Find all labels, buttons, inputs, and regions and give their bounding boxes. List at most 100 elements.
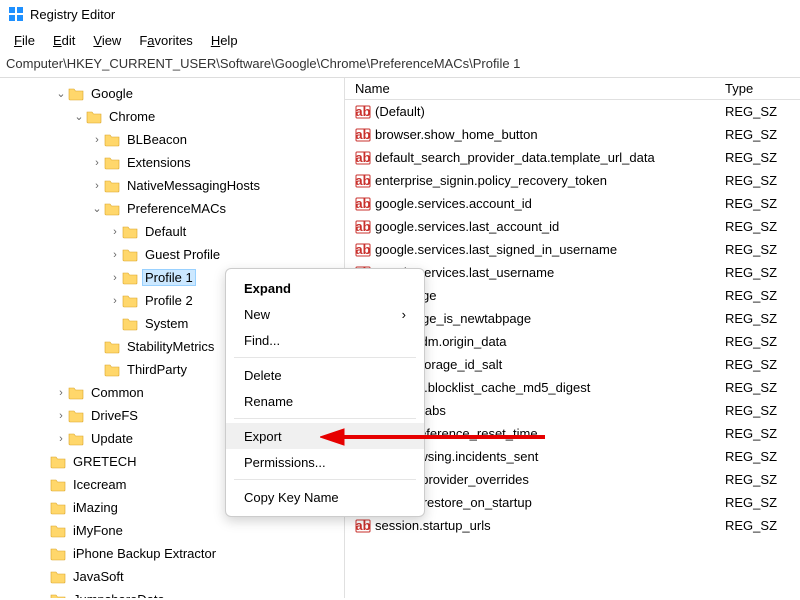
value-name: (Default) xyxy=(375,104,425,119)
folder-icon xyxy=(104,362,120,378)
menu-favorites[interactable]: Favorites xyxy=(131,31,200,50)
regsz-icon xyxy=(355,150,371,166)
chevron-right-icon[interactable]: › xyxy=(108,226,122,238)
tree-item[interactable]: ›NativeMessagingHosts xyxy=(0,174,344,197)
chevron-down-icon[interactable]: ⌄ xyxy=(90,202,104,215)
tree-item-label: iMyFone xyxy=(70,522,126,539)
ctx-delete[interactable]: Delete xyxy=(226,362,424,388)
folder-icon xyxy=(68,385,84,401)
chevron-right-icon[interactable]: › xyxy=(54,410,68,422)
tree-item[interactable]: › Extensions xyxy=(0,151,344,174)
value-type: REG_SZ xyxy=(725,403,800,418)
value-row[interactable]: browser.show_home_button REG_SZ xyxy=(345,123,800,146)
ctx-rename[interactable]: Rename xyxy=(226,388,424,414)
value-type: REG_SZ xyxy=(725,334,800,349)
submenu-arrow-icon: › xyxy=(402,307,406,322)
regsz-icon xyxy=(355,518,371,534)
value-name: enterprise_signin.policy_recovery_token xyxy=(375,173,607,188)
value-type: REG_SZ xyxy=(725,127,800,142)
tree-item[interactable]: ›JumpshareData xyxy=(0,588,344,598)
tree-item[interactable]: ⌄ Google xyxy=(0,82,344,105)
menu-view[interactable]: View xyxy=(85,31,129,50)
values-header: Name Type xyxy=(345,78,800,100)
chevron-right-icon[interactable]: › xyxy=(54,433,68,445)
value-row[interactable]: google.services.account_idREG_SZ xyxy=(345,192,800,215)
tree-item-label: JavaSoft xyxy=(70,568,127,585)
menu-edit[interactable]: Edit xyxy=(45,31,83,50)
value-name: google.services.last_account_id xyxy=(375,219,559,234)
value-row[interactable]: session.startup_urlsREG_SZ xyxy=(345,514,800,537)
chevron-down-icon[interactable]: ⌄ xyxy=(54,87,68,100)
value-row[interactable]: google.services.last_signed_in_usernameR… xyxy=(345,238,800,261)
value-name: google.services.last_signed_in_username xyxy=(375,242,617,257)
chevron-right-icon[interactable]: › xyxy=(90,134,104,146)
chevron-right-icon[interactable]: › xyxy=(90,180,104,192)
tree-item-label: Update xyxy=(88,430,136,447)
ctx-separator xyxy=(234,357,416,358)
value-type: REG_SZ xyxy=(725,104,800,119)
ctx-separator xyxy=(234,479,416,480)
column-type-header[interactable]: Type xyxy=(725,81,800,96)
value-type: REG_SZ xyxy=(725,472,800,487)
value-name: google.services.account_id xyxy=(375,196,532,211)
value-row[interactable]: google.services.last_account_idREG_SZ xyxy=(345,215,800,238)
folder-icon xyxy=(86,109,102,125)
menu-file[interactable]: File xyxy=(6,31,43,50)
folder-icon xyxy=(122,293,138,309)
tree-item[interactable]: ›iMyFone xyxy=(0,519,344,542)
window-title: Registry Editor xyxy=(30,7,115,22)
tree-item-label: StabilityMetrics xyxy=(124,338,217,355)
value-name: browser.show_home_button xyxy=(375,127,538,142)
tree-item[interactable]: ›iPhone Backup Extractor xyxy=(0,542,344,565)
regsz-icon xyxy=(355,127,371,143)
column-name-header[interactable]: Name xyxy=(345,81,725,96)
tree-item-label: Icecream xyxy=(70,476,129,493)
chevron-right-icon[interactable]: › xyxy=(108,249,122,261)
tree-item-label: Profile 2 xyxy=(142,292,196,309)
regsz-icon xyxy=(355,173,371,189)
chevron-right-icon[interactable]: › xyxy=(54,387,68,399)
app-icon xyxy=(8,6,24,22)
tree-item-label: iMazing xyxy=(70,499,121,516)
tree-item[interactable]: ›Default xyxy=(0,220,344,243)
tree-item-label: Extensions xyxy=(124,154,194,171)
value-row[interactable]: (Default) REG_SZ xyxy=(345,100,800,123)
tree-item-label: ThirdParty xyxy=(124,361,190,378)
ctx-new[interactable]: New› xyxy=(226,301,424,327)
value-type: REG_SZ xyxy=(725,311,800,326)
value-type: REG_SZ xyxy=(725,449,800,464)
ctx-export[interactable]: Export xyxy=(226,423,424,449)
tree-item-label: Google xyxy=(88,85,136,102)
ctx-copy-key-name[interactable]: Copy Key Name xyxy=(226,484,424,510)
value-row[interactable]: enterprise_signin.policy_recovery_tokenR… xyxy=(345,169,800,192)
value-type: REG_SZ xyxy=(725,288,800,303)
ctx-expand[interactable]: Expand xyxy=(226,275,424,301)
folder-icon xyxy=(68,408,84,424)
address-bar[interactable]: Computer\HKEY_CURRENT_USER\Software\Goog… xyxy=(0,52,800,78)
folder-icon xyxy=(104,155,120,171)
folder-icon xyxy=(122,270,138,286)
chevron-right-icon[interactable]: › xyxy=(108,272,122,284)
chevron-right-icon[interactable]: › xyxy=(90,157,104,169)
menu-bar: File Edit View Favorites Help xyxy=(0,28,800,52)
tree-item[interactable]: ⌄Chrome xyxy=(0,105,344,128)
tree-item[interactable]: ⌄ PreferenceMACs xyxy=(0,197,344,220)
tree-item[interactable]: ›JavaSoft xyxy=(0,565,344,588)
ctx-separator xyxy=(234,418,416,419)
tree-item-label: System xyxy=(142,315,191,332)
folder-icon xyxy=(104,178,120,194)
tree-item[interactable]: ›BLBeacon xyxy=(0,128,344,151)
ctx-permissions[interactable]: Permissions... xyxy=(226,449,424,475)
chevron-right-icon[interactable]: › xyxy=(108,295,122,307)
chevron-down-icon[interactable]: ⌄ xyxy=(72,110,86,123)
value-type: REG_SZ xyxy=(725,357,800,372)
tree-item-label: PreferenceMACs xyxy=(124,200,229,217)
regsz-icon xyxy=(355,242,371,258)
value-name: session.startup_urls xyxy=(375,518,491,533)
tree-item-label: iPhone Backup Extractor xyxy=(70,545,219,562)
ctx-find[interactable]: Find... xyxy=(226,327,424,353)
tree-item[interactable]: ›Guest Profile xyxy=(0,243,344,266)
regsz-icon xyxy=(355,104,371,120)
menu-help[interactable]: Help xyxy=(203,31,246,50)
value-row[interactable]: default_search_provider_data.template_ur… xyxy=(345,146,800,169)
